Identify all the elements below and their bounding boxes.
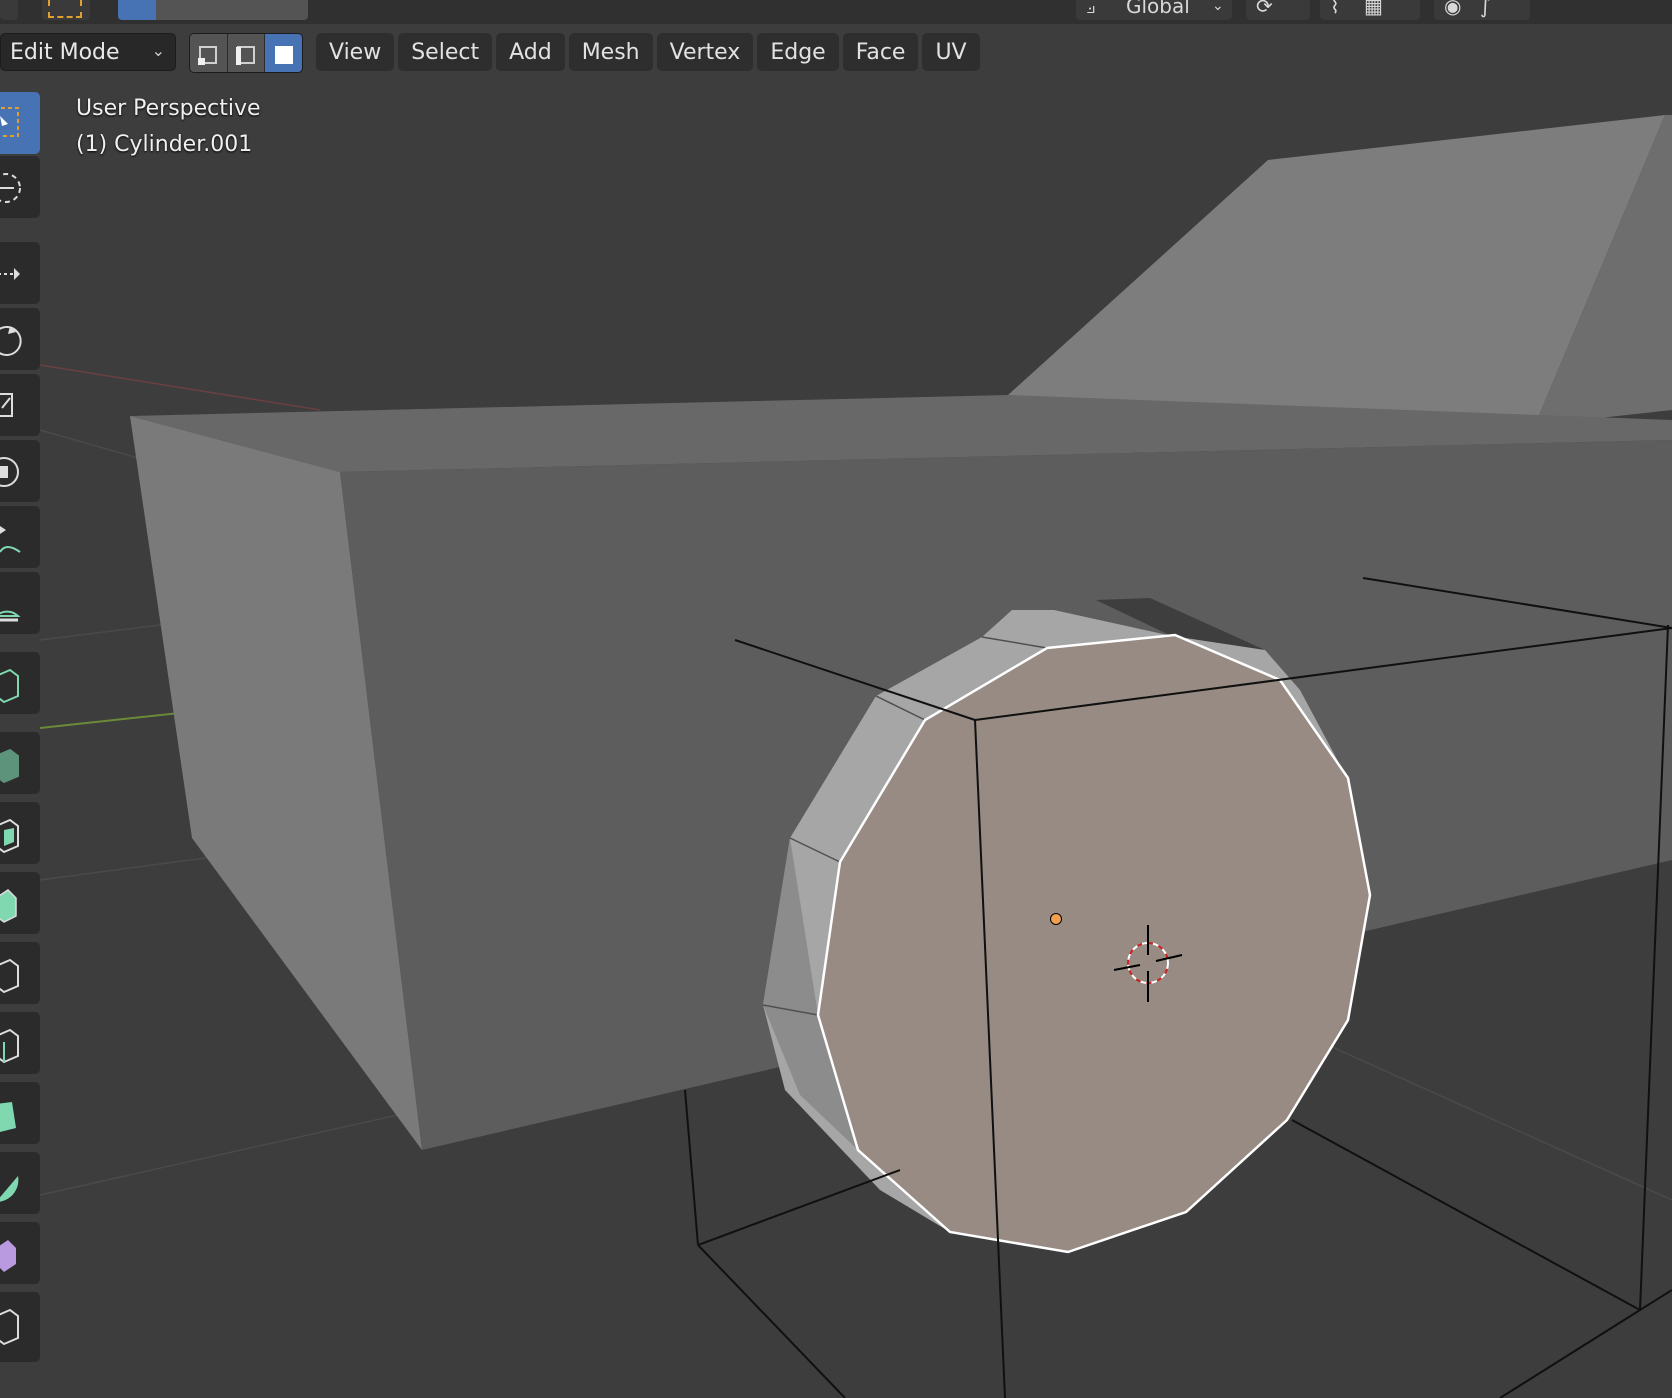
tool-move[interactable] [0,242,40,304]
transform-orientation-dropdown[interactable]: Global ⟓ ⌄ [1076,0,1232,20]
menu-add[interactable]: Add [496,33,565,71]
transform-icon [0,457,19,487]
edge-slide-icon [0,1308,19,1346]
top-tool-header: Global ⟓ ⌄ ⟳ ⌇ ▦ ◉ ∫ [0,0,1672,24]
vertex-select-button[interactable] [190,34,228,72]
add-cube-icon [0,668,19,704]
x-axis-line [39,364,321,411]
chevron-down-icon: ⌄ [151,41,165,60]
mode-new-icon[interactable] [118,0,156,20]
smooth-icon [0,1240,16,1272]
mode-label: Edit Mode [10,39,120,65]
menu-edge[interactable]: Edge [757,33,839,71]
tool-select-box[interactable] [0,92,40,154]
poly-build-icon [0,1102,16,1132]
top-left-stub[interactable] [0,0,18,20]
menu-face[interactable]: Face [842,33,919,71]
tool-bevel[interactable] [0,872,40,934]
spin-icon [0,1176,19,1202]
orientation-label: Global [1126,0,1190,18]
measure-icon [0,610,21,622]
edge-select-button[interactable] [227,34,266,72]
tool-scale[interactable] [0,374,40,436]
mode-difference-icon[interactable] [232,0,270,20]
menu-view[interactable]: View [316,33,395,71]
tool-transform[interactable] [0,440,40,502]
snap-magnet-icon: ⌇ [1330,0,1340,18]
menu-mesh[interactable]: Mesh [568,33,653,71]
annotate-icon [0,526,21,553]
tool-smooth[interactable] [0,1222,40,1284]
tool-spin[interactable] [0,1152,40,1214]
tool-knife[interactable] [0,1012,40,1074]
face-select-icon [274,46,293,64]
mesh-select-mode-group [189,33,303,73]
snap-grid-icon: ▦ [1364,0,1383,18]
tool-poly-build[interactable] [0,1082,40,1144]
editor-menu: View Select Add Mesh Vertex Edge Face UV [316,33,980,71]
knife-icon [0,1028,19,1064]
loop-cut-icon [0,958,19,994]
pivot-icon: ⟳ [1256,0,1273,18]
scale-icon [0,393,13,417]
rotate-icon [0,326,22,356]
edge-select-icon [236,46,255,65]
move-icon [0,268,20,280]
proportional-edit-icon: ◉ [1444,0,1462,18]
tool-inset-faces[interactable] [0,802,40,864]
tool-measure[interactable] [0,572,40,634]
tool-annotate[interactable] [0,506,40,568]
chevron-down-icon: ⌄ [1212,0,1224,14]
extrude-region-icon [0,748,19,784]
bevel-icon [0,889,17,923]
menu-uv[interactable]: UV [922,33,980,71]
mode-intersect-icon[interactable] [270,0,308,20]
inset-faces-icon [0,818,19,854]
select-box-icon [0,107,19,137]
object-origin-dot [1050,913,1062,925]
select-box-icon [48,0,82,18]
pivot-point-dropdown[interactable]: ⟳ [1246,0,1310,20]
proportional-editing-group[interactable]: ◉ ∫ [1434,0,1530,20]
vertex-select-icon [198,46,218,65]
selection-mode-group[interactable] [118,0,308,20]
face-select-button[interactable] [265,34,302,72]
orientation-axes-icon: ⟓ [1086,0,1096,18]
tool-cursor[interactable] [0,156,40,218]
tool-settings-button[interactable] [42,0,90,20]
mode-subtract-icon[interactable] [194,0,232,20]
mode-selector-dropdown[interactable]: Edit Mode ⌄ [0,33,176,71]
tool-rotate[interactable] [0,308,40,370]
cursor-icon [0,173,21,203]
3d-viewport[interactable] [0,0,1672,1398]
tool-edge-slide[interactable] [0,1292,40,1362]
falloff-curve-icon: ∫ [1480,0,1491,18]
tool-add-cube[interactable] [0,652,40,714]
snapping-group[interactable]: ⌇ ▦ [1320,0,1420,20]
object-name-label: (1) Cylinder.001 [76,132,253,157]
menu-vertex[interactable]: Vertex [656,33,754,71]
tool-loop-cut[interactable] [0,942,40,1004]
menu-select[interactable]: Select [398,33,493,71]
view-name-label: User Perspective [76,96,261,121]
mode-extend-icon[interactable] [156,0,194,20]
tool-extrude-region[interactable] [0,732,40,794]
